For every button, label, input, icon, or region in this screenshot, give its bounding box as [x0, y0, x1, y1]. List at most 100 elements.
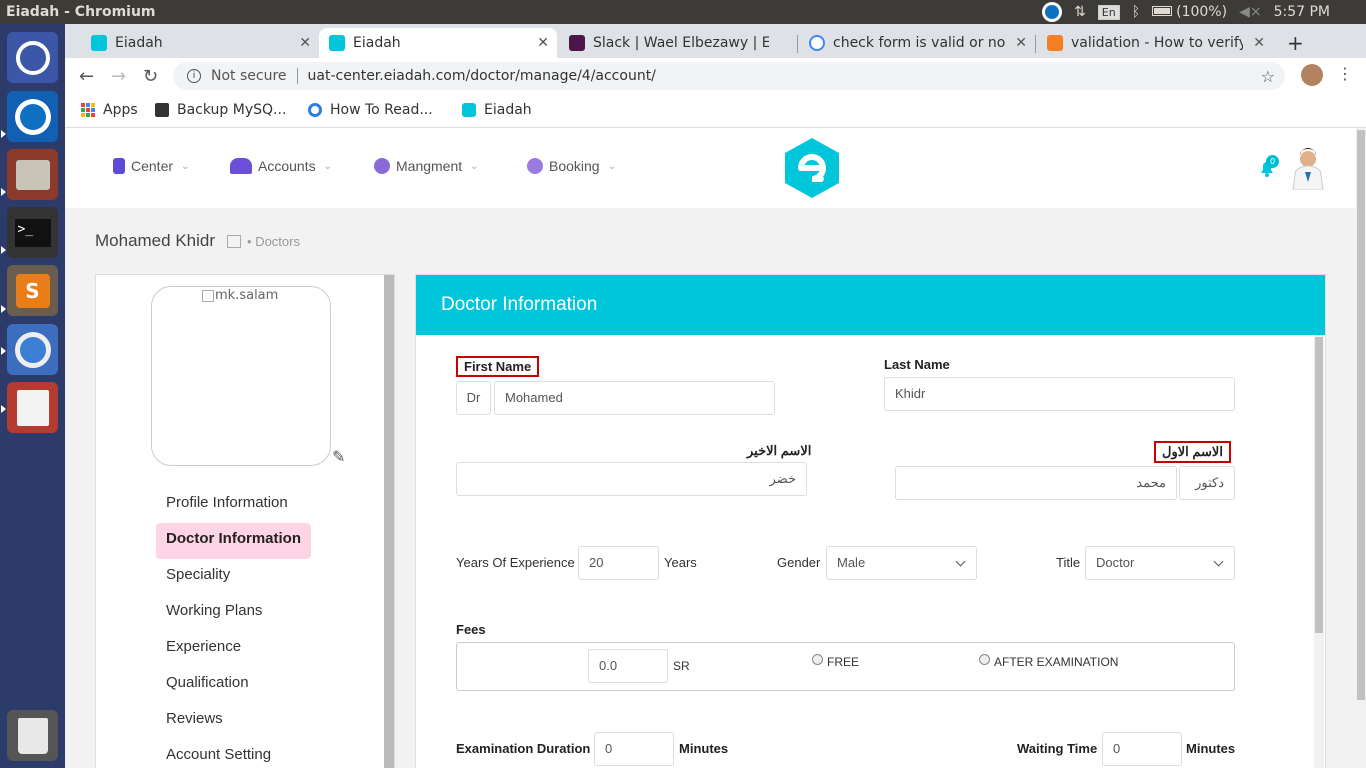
edit-photo-icon[interactable]: ✎	[332, 447, 345, 466]
browser-menu-icon[interactable]: ⋮	[1337, 64, 1353, 83]
profile-sidebar-card: mk.salam ✎ Profile Information Doctor In…	[95, 274, 395, 768]
page-scrollbar[interactable]	[1356, 128, 1366, 768]
bookmark-favicon	[155, 103, 169, 117]
menu-working-plans[interactable]: Working Plans	[156, 595, 272, 631]
last-name-ar-label: الاسم الاخير	[747, 443, 812, 458]
document-viewer-launcher-icon[interactable]	[7, 382, 58, 433]
free-label: FREE	[827, 655, 860, 669]
examination-duration-field[interactable]: 0	[594, 732, 674, 766]
examination-duration-label: Examination Duration	[456, 741, 591, 756]
ubuntu-dash-icon[interactable]	[7, 32, 58, 83]
waiting-time-field[interactable]: 0	[1102, 732, 1182, 766]
slack-favicon	[569, 35, 585, 51]
nav-accounts[interactable]: Accounts ⌄	[230, 158, 332, 174]
menu-experience[interactable]: Experience	[156, 631, 251, 667]
scrollbar-thumb[interactable]	[1315, 337, 1323, 633]
network-icon[interactable]: ⇅	[1074, 4, 1086, 20]
system-tray: ⇅ En ᛒ (100%) ◀× 5:57 PM	[1042, 0, 1366, 24]
terminal-launcher-icon[interactable]: >_	[7, 207, 58, 258]
breadcrumb-doctors[interactable]: • Doctors	[247, 234, 300, 249]
eiadah-logo[interactable]	[781, 136, 843, 200]
browser-tab[interactable]: Eiadah ✕	[81, 28, 319, 58]
close-tab-icon[interactable]: ✕	[1253, 35, 1265, 51]
files-launcher-icon[interactable]	[7, 149, 58, 200]
after-examination-radio[interactable]	[979, 654, 990, 665]
address-bar[interactable]: i Not secure uat-center.eiadah.com/docto…	[173, 62, 1285, 90]
menu-doctor-information[interactable]: Doctor Information	[156, 523, 311, 559]
browser-tab[interactable]: check form is valid or not ✕	[799, 28, 1035, 58]
sublime-text-launcher-icon[interactable]: S	[7, 265, 58, 316]
menu-speciality[interactable]: Speciality	[156, 559, 240, 595]
menu-profile-information[interactable]: Profile Information	[156, 487, 298, 523]
photo-alt-text: mk.salam	[215, 288, 279, 303]
nav-center[interactable]: Center ⌄	[113, 158, 189, 174]
teamviewer-tray-icon[interactable]	[1042, 2, 1063, 22]
menu-qualification[interactable]: Qualification	[156, 667, 259, 703]
running-indicator	[1, 347, 6, 355]
browser-tab[interactable]: Slack | Wael Elbezawy | Eia	[559, 28, 797, 58]
fees-field[interactable]: 0.0	[588, 649, 668, 683]
first-name-field[interactable]: Mohamed	[494, 381, 775, 415]
free-radio[interactable]	[812, 654, 823, 665]
tab-title: Eiadah	[115, 35, 163, 51]
app-header: Center ⌄ Accounts ⌄ Mangment ⌄ Booking ⌄	[65, 128, 1356, 208]
teamviewer-launcher-icon[interactable]	[7, 91, 58, 142]
tab-title: validation - How to verify	[1071, 35, 1243, 51]
tab-title: check form is valid or not	[833, 35, 1005, 51]
name-prefix-ar-field[interactable]: دكتور	[1179, 466, 1235, 500]
gender-select[interactable]: Male	[826, 546, 977, 580]
info-icon[interactable]: i	[187, 69, 201, 83]
google-favicon	[809, 35, 825, 51]
menu-reviews[interactable]: Reviews	[156, 703, 233, 739]
card-scrollbar[interactable]	[1314, 335, 1324, 768]
nav-label: Booking	[549, 158, 600, 174]
breadcrumb-section-label: Doctors	[255, 233, 300, 249]
notification-bell[interactable]: 0	[1257, 155, 1279, 178]
title-select[interactable]: Doctor	[1085, 546, 1235, 580]
nav-mangment[interactable]: Mangment ⌄	[374, 158, 479, 174]
first-name-ar-field[interactable]: محمد	[895, 466, 1177, 500]
nav-booking[interactable]: Booking ⌄	[527, 158, 616, 174]
trash-icon[interactable]	[7, 710, 58, 761]
profile-avatar[interactable]	[1301, 64, 1323, 86]
forward-arrow-icon[interactable]: →	[111, 66, 126, 87]
system-top-bar: Eiadah - Chromium ⇅ En ᛒ (100%) ◀× 5:57 …	[0, 0, 1366, 24]
bookmark-backup-mysql[interactable]: Backup MySQ...	[155, 102, 286, 118]
chevron-down-icon: ⌄	[323, 160, 332, 172]
close-tab-icon[interactable]: ✕	[299, 35, 311, 51]
back-arrow-icon[interactable]: ←	[79, 66, 94, 87]
building-icon	[113, 158, 125, 174]
last-name-label: Last Name	[884, 357, 950, 372]
clock[interactable]: 5:57 PM	[1274, 4, 1330, 20]
chromium-launcher-icon[interactable]	[7, 324, 58, 375]
bookmark-favicon	[308, 103, 322, 117]
volume-muted-icon[interactable]: ◀×	[1239, 4, 1262, 20]
bookmark-star-icon[interactable]: ☆	[1261, 67, 1275, 86]
bookmark-apps[interactable]: Apps	[81, 102, 138, 118]
browser-tab[interactable]: validation - How to verify ✕	[1037, 28, 1273, 58]
last-name-field[interactable]: Khidr	[884, 377, 1235, 411]
reload-icon[interactable]: ↻	[143, 66, 158, 87]
close-tab-icon[interactable]: ✕	[537, 35, 549, 51]
experience-field[interactable]: 20	[578, 546, 659, 580]
keyboard-layout-indicator[interactable]: En	[1097, 4, 1120, 20]
bookmarks-bar: Apps Backup MySQ... How To Read... Eiada…	[65, 94, 1366, 128]
last-name-ar-field[interactable]: خضر	[456, 462, 807, 496]
page-content: Center ⌄ Accounts ⌄ Mangment ⌄ Booking ⌄	[65, 128, 1356, 768]
tab-title: Eiadah	[353, 35, 401, 51]
menu-account-setting[interactable]: Account Setting	[156, 739, 281, 768]
home-icon[interactable]	[227, 234, 242, 248]
bookmark-eiadah[interactable]: Eiadah	[462, 102, 532, 118]
scrollbar-thumb[interactable]	[1357, 130, 1365, 700]
new-tab-icon[interactable]: +	[1287, 31, 1304, 55]
sidebar-scrollbar[interactable]	[384, 275, 394, 768]
bookmark-how-to-read[interactable]: How To Read...	[308, 102, 433, 118]
name-prefix-field[interactable]: Dr	[456, 381, 491, 415]
users-icon	[230, 158, 252, 174]
browser-tab-active[interactable]: Eiadah ✕	[319, 28, 557, 58]
battery-icon	[1152, 6, 1173, 16]
user-avatar[interactable]	[1291, 148, 1325, 190]
close-tab-icon[interactable]: ✕	[1015, 35, 1027, 51]
bluetooth-icon[interactable]: ᛒ	[1132, 4, 1140, 20]
battery-indicator[interactable]: (100%)	[1152, 4, 1227, 20]
